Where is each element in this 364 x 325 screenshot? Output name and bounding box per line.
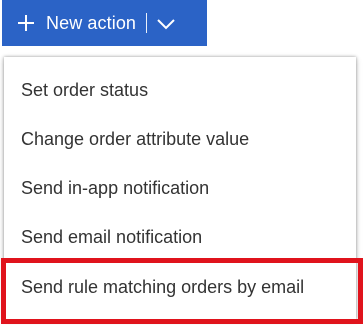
plus-icon (17, 14, 35, 32)
menu-item-send-in-app-notification[interactable]: Send in-app notification (4, 163, 356, 213)
new-action-label: New action (46, 12, 137, 33)
new-action-button[interactable]: New action (2, 0, 207, 46)
chevron-down-icon[interactable] (156, 17, 176, 30)
menu-item-send-email-notification[interactable]: Send email notification (4, 212, 356, 262)
button-divider (146, 13, 148, 33)
menu-item-set-order-status[interactable]: Set order status (4, 65, 356, 115)
menu-item-send-rule-matching-orders-by-email[interactable]: Send rule matching orders by email (4, 262, 356, 312)
menu-item-change-order-attribute-value[interactable]: Change order attribute value (4, 114, 356, 164)
new-action-dropdown-menu: Set order status Change order attribute … (4, 57, 356, 319)
